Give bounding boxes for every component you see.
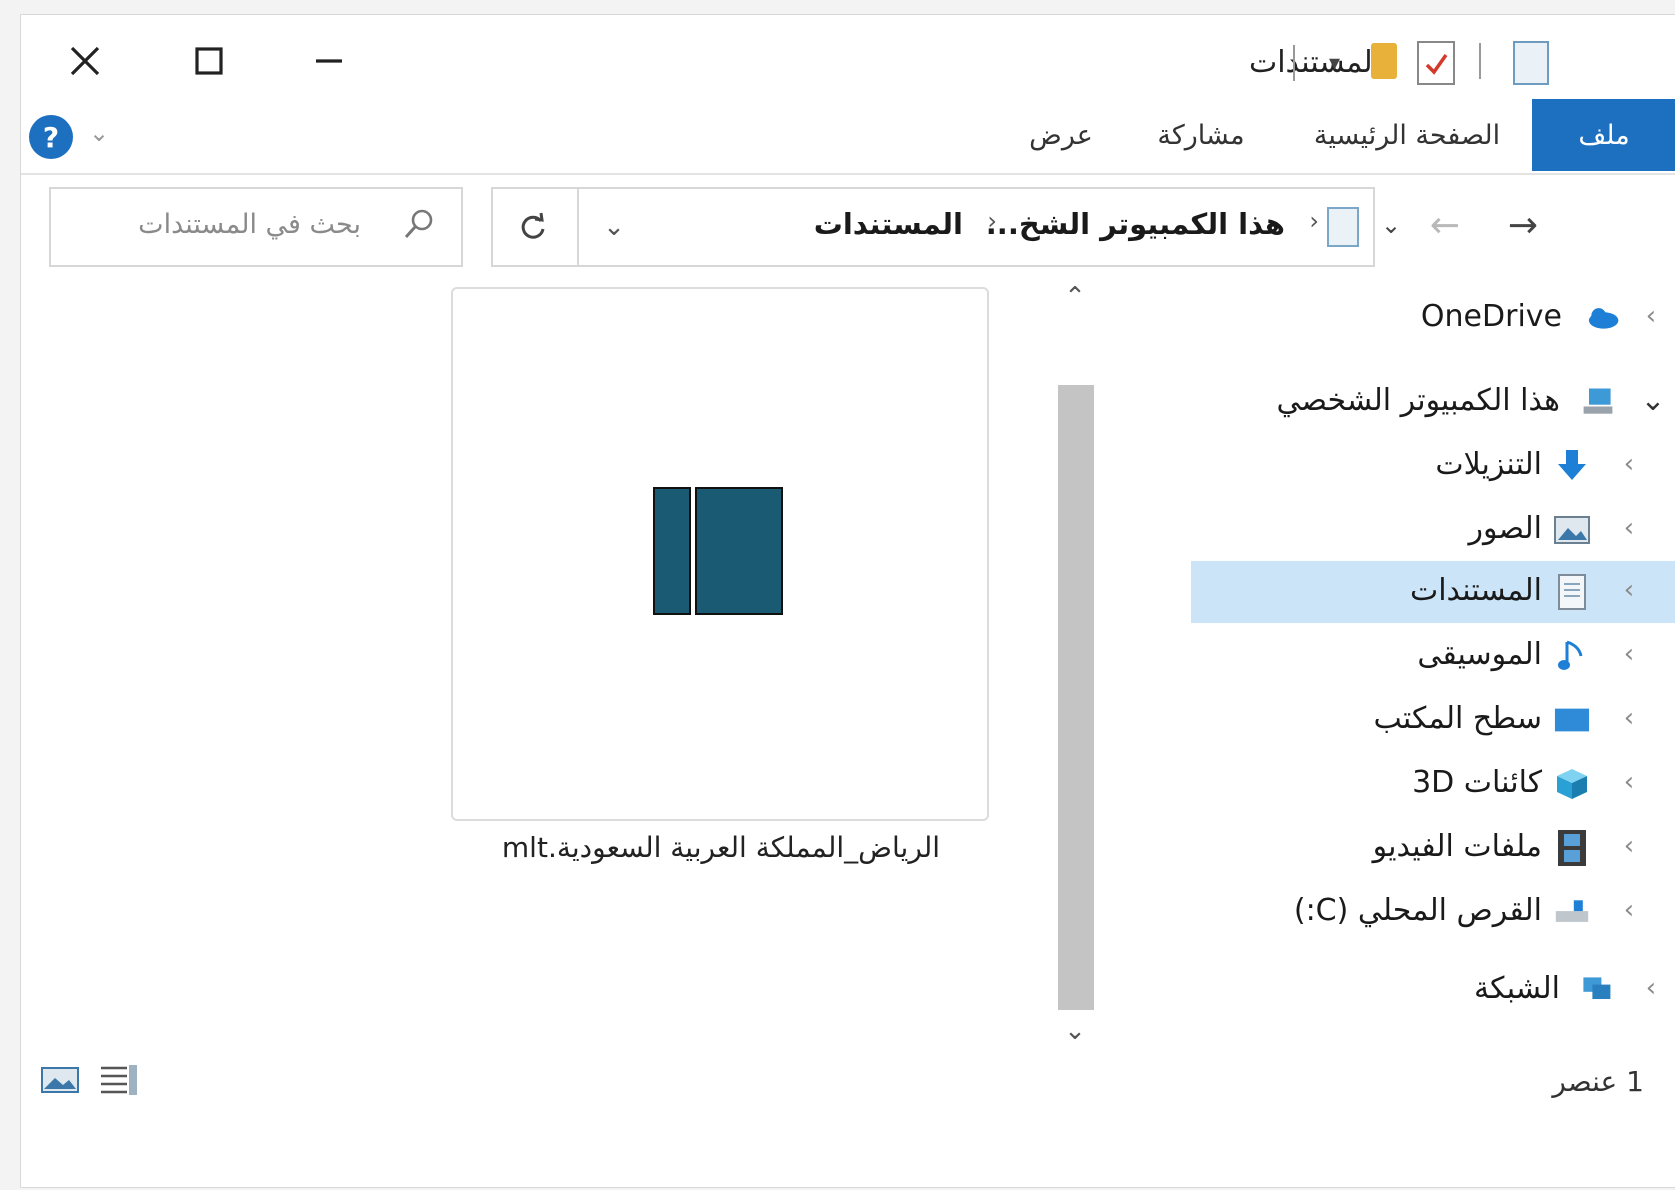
chevron-right-icon[interactable]: ‹ bbox=[1614, 831, 1644, 861]
tab-view-label: عرض bbox=[1029, 119, 1093, 151]
nav-label-onedrive: OneDrive bbox=[1420, 299, 1562, 334]
chevron-right-icon[interactable]: ‹ bbox=[1614, 895, 1644, 925]
breadcrumb-separator-icon-2: › bbox=[987, 207, 997, 235]
nav-item-desktop[interactable]: ‹ سطح المكتب bbox=[1191, 689, 1675, 751]
nav-label-network: الشبكة bbox=[1474, 971, 1560, 1006]
nav-item-videos[interactable]: ‹ ملفات الفيديو bbox=[1191, 817, 1675, 879]
search-box[interactable]: بحث في المستندات bbox=[49, 187, 463, 267]
documents-icon bbox=[1554, 574, 1590, 610]
chevron-right-icon[interactable]: ‹ bbox=[1636, 973, 1666, 1003]
ribbon: ملف الصفحة الرئيسية مشاركة عرض ? ⌄ bbox=[21, 99, 1675, 175]
nav-item-onedrive[interactable]: ‹ OneDrive bbox=[1191, 287, 1675, 349]
computer-icon bbox=[1580, 384, 1616, 420]
chevron-right-icon[interactable]: ‹ bbox=[1614, 449, 1644, 479]
chevron-right-icon[interactable]: ‹ bbox=[1636, 301, 1666, 331]
close-icon bbox=[70, 46, 100, 76]
item-count: 1 عنصر bbox=[1552, 1065, 1644, 1098]
nav-label-local-disk: القرص المحلي (C:) bbox=[1293, 893, 1542, 928]
address-bar[interactable]: › هذا الكمبيوتر الشخ... › المستندات ⌄ bbox=[491, 187, 1375, 267]
mlt-file-icon bbox=[653, 487, 783, 615]
nav-item-3d-objects[interactable]: ‹ كائنات 3D bbox=[1191, 753, 1675, 815]
video-icon bbox=[1554, 830, 1590, 866]
minimize-button[interactable] bbox=[289, 33, 369, 89]
nav-item-this-pc[interactable]: ⌄ هذا الكمبيوتر الشخصي bbox=[1191, 371, 1675, 433]
file-tile[interactable] bbox=[451, 287, 989, 821]
scroll-up-icon[interactable]: ⌃ bbox=[1055, 277, 1095, 317]
checkmark-icon bbox=[1425, 53, 1448, 75]
address-divider bbox=[577, 189, 579, 265]
refresh-icon bbox=[521, 212, 545, 239]
nav-item-local-disk[interactable]: ‹ القرص المحلي (C:) bbox=[1191, 881, 1675, 943]
pictures-icon bbox=[1554, 512, 1590, 548]
scroll-thumb[interactable] bbox=[1058, 385, 1094, 1010]
nav-item-documents[interactable]: ‹ المستندات bbox=[1191, 561, 1675, 623]
tab-file[interactable]: ملف bbox=[1532, 99, 1675, 171]
refresh-button[interactable] bbox=[503, 203, 563, 251]
details-view-button[interactable] bbox=[99, 1063, 139, 1097]
nav-label-this-pc: هذا الكمبيوتر الشخصي bbox=[1276, 383, 1561, 418]
chevron-right-icon[interactable]: ‹ bbox=[1614, 513, 1644, 543]
maximize-button[interactable] bbox=[169, 33, 249, 89]
nav-label-pictures: الصور bbox=[1468, 511, 1542, 546]
nav-item-pictures[interactable]: ‹ الصور bbox=[1191, 499, 1675, 561]
help-icon[interactable]: ? bbox=[29, 115, 73, 159]
chevron-right-icon[interactable]: ‹ bbox=[1614, 639, 1644, 669]
close-button[interactable] bbox=[45, 33, 125, 89]
cloud-icon bbox=[1584, 300, 1620, 336]
breadcrumb-documents[interactable]: المستندات bbox=[814, 207, 963, 241]
music-icon bbox=[1554, 638, 1590, 674]
properties-icon[interactable] bbox=[1417, 41, 1455, 85]
tab-share[interactable]: مشاركة bbox=[1136, 99, 1266, 171]
nav-item-downloads[interactable]: ‹ التنزيلات bbox=[1191, 435, 1675, 497]
download-icon bbox=[1554, 448, 1590, 484]
search-input[interactable]: بحث في المستندات bbox=[138, 209, 361, 240]
tab-view[interactable]: عرض bbox=[1006, 99, 1116, 171]
3d-objects-icon bbox=[1554, 766, 1590, 802]
chevron-down-icon[interactable]: ⌄ bbox=[1638, 383, 1668, 418]
tab-file-label: ملف bbox=[1578, 119, 1630, 151]
chevron-down-icon[interactable]: ⌄ bbox=[589, 205, 639, 249]
tab-home-label: الصفحة الرئيسية bbox=[1313, 119, 1501, 151]
nav-label-desktop: سطح المكتب bbox=[1373, 701, 1542, 736]
documents-address-icon bbox=[1327, 207, 1359, 247]
tab-share-label: مشاركة bbox=[1157, 119, 1245, 151]
thumbnails-view-button[interactable] bbox=[41, 1065, 79, 1095]
tab-home[interactable]: الصفحة الرئيسية bbox=[1302, 99, 1512, 171]
window-title: المستندات bbox=[1248, 45, 1381, 80]
nav-item-music[interactable]: ‹ الموسيقى bbox=[1191, 625, 1675, 687]
desktop-icon bbox=[1554, 702, 1590, 738]
folder-icon[interactable] bbox=[1371, 43, 1397, 79]
document-quick-icon[interactable] bbox=[1513, 41, 1549, 85]
minimize-icon bbox=[316, 59, 342, 63]
drive-icon bbox=[1554, 894, 1590, 930]
nav-label-videos: ملفات الفيديو bbox=[1372, 829, 1542, 864]
file-name[interactable]: الرياض_المملكة العربية السعودية.mlt bbox=[401, 831, 1041, 864]
nav-label-downloads: التنزيلات bbox=[1435, 447, 1542, 482]
breadcrumb-this-pc[interactable]: هذا الكمبيوتر الشخ... bbox=[986, 207, 1285, 241]
forward-button[interactable]: ← bbox=[1417, 193, 1473, 257]
file-explorer-window: المستندات ▾ ملف الصفحة الرئيسية مشاركة ع… bbox=[20, 14, 1675, 1188]
chevron-right-icon[interactable]: ‹ bbox=[1614, 703, 1644, 733]
quick-access-dropdown[interactable]: ▾ bbox=[1329, 51, 1340, 76]
details-view-icon bbox=[101, 1065, 137, 1095]
network-icon bbox=[1578, 972, 1614, 1008]
nav-label-music: الموسيقى bbox=[1417, 637, 1542, 672]
maximize-icon bbox=[195, 47, 223, 75]
nav-label-documents: المستندات bbox=[1409, 573, 1542, 608]
chevron-right-icon[interactable]: ‹ bbox=[1614, 575, 1644, 605]
large-icons-view-icon bbox=[41, 1067, 79, 1093]
title-divider-2 bbox=[1479, 43, 1481, 79]
chevron-right-icon[interactable]: ‹ bbox=[1614, 767, 1644, 797]
back-button[interactable]: → bbox=[1495, 193, 1551, 257]
search-icon bbox=[401, 207, 437, 243]
scroll-down-icon[interactable]: ⌄ bbox=[1055, 1011, 1095, 1051]
nav-label-3d-objects: كائنات 3D bbox=[1412, 765, 1542, 800]
breadcrumb-separator-icon: › bbox=[1309, 207, 1319, 235]
ribbon-expand-icon[interactable]: ⌄ bbox=[89, 119, 109, 147]
title-divider bbox=[1293, 45, 1295, 81]
nav-item-network[interactable]: ‹ الشبكة bbox=[1191, 959, 1675, 1021]
